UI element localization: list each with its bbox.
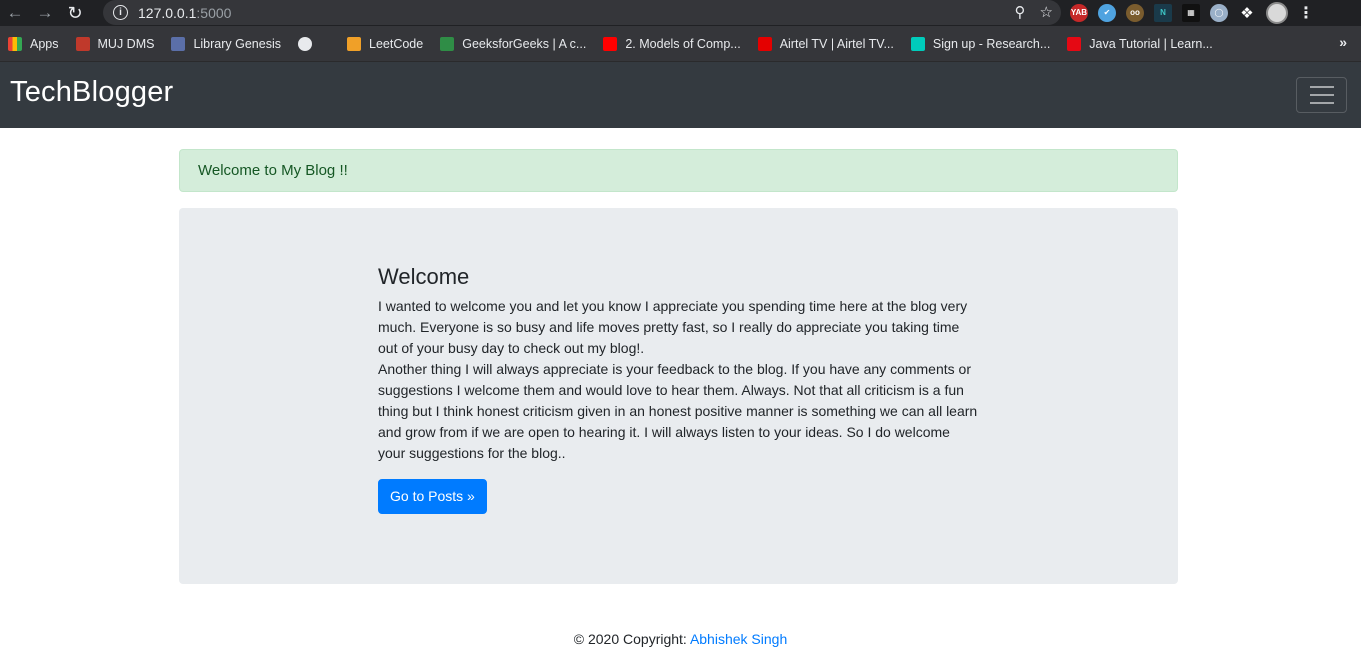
footer-copyright: © 2020 Copyright: [573,631,690,647]
welcome-alert: Welcome to My Blog !! [179,149,1178,192]
bookmark-label: LeetCode [369,36,424,51]
java-icon [1067,36,1082,51]
hamburger-line [1309,102,1334,104]
bookmark-label: Library Genesis [193,36,281,51]
jumbotron-paragraph: I wanted to welcome you and let you know… [378,298,968,356]
airtel-icon [757,36,772,51]
hamburger-line [1309,94,1334,96]
url-host: 127.0.0.1 [138,4,197,21]
researchgate-icon [910,36,925,51]
bookmark-item[interactable]: LeetCode [347,36,424,51]
jumbotron-paragraph: Another thing I will always appreciate i… [378,361,978,461]
apps-grid-icon [8,36,22,51]
navbar-toggler-button[interactable] [1296,77,1347,113]
gfg-icon [440,36,455,51]
reader-extension-icon[interactable]: ▦ [1182,3,1200,22]
back-arrow-icon[interactable]: ← [0,0,30,26]
muj-icon [75,36,90,51]
jumbotron-title: Welcome [378,264,470,289]
bookmarks-bar: Apps MUJ DMS Library Genesis LeetCode Geeksf… [0,26,1361,62]
brand-logo[interactable]: TechBlogger [10,76,173,109]
bookmark-label: Java Tutorial | Learn... [1089,36,1213,51]
leetcode-icon [347,36,361,51]
address-bar[interactable]: i 127.0.0.1 :5000 ⚲ ☆ [103,0,1061,25]
puzzle-extensions-icon[interactable]: ❖ [1238,4,1256,22]
forward-arrow-icon[interactable]: → [30,0,60,26]
reload-icon[interactable]: ↻ [60,0,90,26]
footer: © 2020 Copyright: Abhishek Singh [0,631,1361,647]
hamburger-line [1309,86,1334,88]
bookmark-item[interactable]: GeeksforGeeks | A c... [440,36,587,51]
browser-toolbar: ← → ↻ i 127.0.0.1 :5000 ⚲ ☆ YAB ✔ oo N ▦… [0,0,1361,26]
notion-extension-icon[interactable]: N [1154,3,1172,22]
profile-avatar[interactable] [1266,1,1288,24]
star-bookmark-icon[interactable]: ☆ [1040,3,1053,21]
youtube-icon [603,36,618,51]
bookmark-label: MUJ DMS [97,36,155,51]
jumbotron-content: Welcome I wanted to welcome you and let … [378,264,978,514]
bookmarks-overflow-button[interactable]: » [1339,34,1347,50]
go-to-posts-button[interactable]: Go to Posts » [378,479,487,514]
bookmark-label: Airtel TV | Airtel TV... [779,36,894,51]
jumbotron: Welcome I wanted to welcome you and let … [179,208,1178,584]
url-port: :5000 [196,4,232,21]
owl-extension-icon[interactable]: oo [1126,3,1144,22]
author-link[interactable]: Abhishek Singh [690,631,787,647]
book-icon [171,36,186,51]
bookmark-item[interactable]: Airtel TV | Airtel TV... [757,36,894,51]
bookmark-item[interactable]: Sign up - Research... [910,36,1051,51]
bookmark-item[interactable]: 2. Models of Comp... [603,36,741,51]
feather-extension-icon[interactable]: ✔ [1098,3,1116,22]
bookmark-label: GeeksforGeeks | A c... [462,36,587,51]
bookmark-label: 2. Models of Comp... [625,36,741,51]
bookmark-item[interactable] [298,36,330,51]
bookmark-item[interactable]: Library Genesis [171,36,281,51]
bookmark-label: Apps [30,36,59,51]
bookmark-item[interactable]: MUJ DMS [75,36,155,51]
yab-extension-icon[interactable]: YAB [1070,3,1088,22]
bookmark-label: Sign up - Research... [932,36,1051,51]
bookmark-item[interactable]: Java Tutorial | Learn... [1067,36,1213,51]
circle-extension-icon[interactable]: ◯ [1210,3,1228,22]
info-icon[interactable]: i [113,5,128,20]
bookmark-item[interactable]: Apps [8,36,59,51]
browser-menu-icon[interactable]: ⋮ [1298,3,1314,23]
zoom-icon[interactable]: ⚲ [1015,3,1026,21]
site-navbar: TechBlogger [0,62,1361,128]
globe-icon [298,36,312,51]
